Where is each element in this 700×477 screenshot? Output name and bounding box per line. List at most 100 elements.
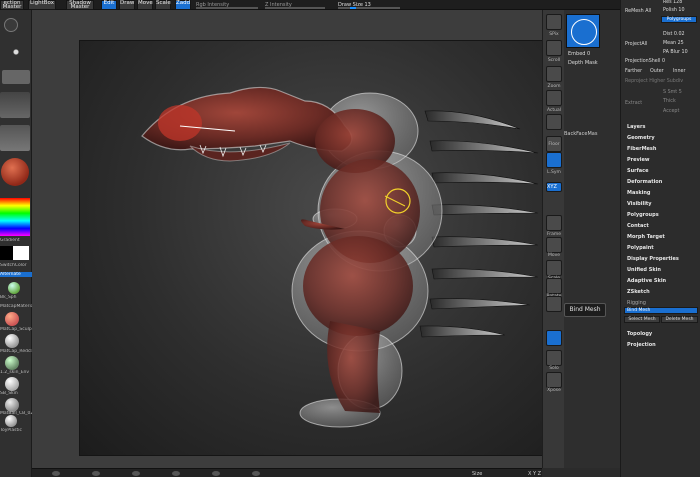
alternate-button[interactable]: Alternate	[0, 272, 32, 277]
scale-button[interactable]: Scale	[155, 0, 171, 10]
material-sbskin-icon[interactable]	[5, 377, 19, 391]
rigging-bind-mesh-button[interactable]: Bind Mesh	[624, 307, 698, 314]
bottom-dot-5[interactable]	[212, 471, 220, 476]
rotate-view-button[interactable]	[546, 278, 562, 294]
zadd-button[interactable]: Zadd	[175, 0, 191, 10]
material-toyplastic-icon[interactable]	[5, 415, 17, 427]
zadd-label: Zadd	[176, 0, 191, 6]
menu-polygroups[interactable]: Polygroups	[627, 212, 659, 218]
material-bksph-icon[interactable]	[8, 282, 20, 294]
switchcolor-label[interactable]: SwitchColor	[0, 263, 32, 268]
zoom-button[interactable]	[546, 66, 562, 82]
dist-slider[interactable]: Dist 0.02	[663, 32, 685, 37]
top-toolbar: ection Master LightBox Shadow Master Edi…	[0, 0, 700, 10]
move-view-button[interactable]	[546, 237, 562, 253]
xyz-button[interactable]: XYZ	[546, 182, 562, 192]
remesh-all-button[interactable]: ReMesh All	[625, 9, 651, 14]
inner-button[interactable]: Inner	[673, 69, 685, 74]
actual-button[interactable]	[546, 90, 562, 106]
gear-icon[interactable]	[4, 18, 18, 32]
extract-button[interactable]: Extract	[625, 101, 642, 106]
menu-layers[interactable]: Layers	[627, 124, 646, 130]
solo-button[interactable]	[546, 350, 562, 366]
projectall-button[interactable]: ProjectAll	[625, 42, 647, 47]
rigging-select-mesh-button[interactable]: Select Mesh	[624, 316, 660, 323]
material-matball-icon[interactable]	[5, 398, 19, 412]
menu-topology[interactable]: Topology	[627, 331, 652, 337]
edit-button[interactable]: Edit	[101, 0, 117, 10]
menu-preview[interactable]: Preview	[627, 157, 650, 163]
scroll-button[interactable]	[546, 40, 562, 56]
backface-mask-label[interactable]: BackFaceMas	[564, 131, 597, 137]
res-slider[interactable]: Res 128	[663, 0, 682, 5]
thick-slider[interactable]: Thick	[663, 99, 676, 104]
embed-label[interactable]: Embed 0	[568, 51, 590, 57]
material-sculpy-icon[interactable]	[5, 312, 19, 326]
bottom-dot-2[interactable]	[92, 471, 100, 476]
menu-projection[interactable]: Projection	[627, 342, 656, 348]
material-label-4: MatCap_Redclay	[0, 349, 32, 354]
draw-button[interactable]: Draw	[119, 0, 135, 10]
bottom-dot-3[interactable]	[132, 471, 140, 476]
stroke-thumb-icon[interactable]	[2, 70, 30, 84]
menu-adaptive-skin[interactable]: Adaptive Skin	[627, 278, 666, 284]
menu-polypaint[interactable]: Polypaint	[627, 245, 654, 251]
primary-color-swatch[interactable]	[13, 246, 29, 260]
secondary-color-swatch[interactable]	[0, 246, 13, 260]
accept-button[interactable]: Accept	[663, 109, 679, 114]
local-button[interactable]	[546, 152, 562, 168]
alpha-dots-icon[interactable]	[2, 38, 30, 66]
bottom-dot-1[interactable]	[52, 471, 60, 476]
material-sss-icon[interactable]	[1, 158, 29, 186]
menu-zsketch[interactable]: ZSketch	[627, 289, 650, 295]
scale-view-button[interactable]	[546, 260, 562, 276]
reproject-higher-subdiv-button[interactable]: Reproject Higher Subdiv	[625, 79, 683, 84]
frame-button[interactable]	[546, 215, 562, 231]
material-redclay-icon[interactable]	[5, 334, 19, 348]
aahalf-button[interactable]	[546, 114, 562, 130]
selection-master-button[interactable]: ection Master	[0, 0, 24, 10]
menu-geometry[interactable]: Geometry	[627, 135, 655, 141]
rigging-delete-mesh-button[interactable]: Delete Mesh	[661, 316, 698, 323]
move-button[interactable]: Move	[137, 0, 153, 10]
z-intensity-slider[interactable]	[265, 7, 325, 9]
menu-contact[interactable]: Contact	[627, 223, 649, 229]
lightbox-button[interactable]: LightBox	[28, 0, 56, 10]
document-viewport[interactable]	[79, 40, 547, 456]
bottom-dot-4[interactable]	[172, 471, 180, 476]
color-picker-icon[interactable]	[0, 198, 30, 236]
menu-fibermesh[interactable]: FiberMesh	[627, 146, 656, 152]
menu-deformation[interactable]: Deformation	[627, 179, 662, 185]
rgb-intensity-slider[interactable]	[196, 7, 258, 9]
draw-size-slider[interactable]	[338, 7, 400, 9]
zoom-label: Zoom	[547, 84, 561, 89]
outer-button[interactable]: Outer	[650, 69, 664, 74]
draw-size-knob[interactable]	[350, 7, 356, 9]
mean-slider[interactable]: Mean 25	[663, 41, 684, 46]
projection-shell-slider[interactable]: ProjectionShell 0	[625, 59, 665, 64]
menu-display-properties[interactable]: Display Properties	[627, 256, 679, 262]
pa-blur-slider[interactable]: PA Blur 10	[663, 50, 688, 55]
spix-button[interactable]	[546, 14, 562, 30]
s-smt-slider[interactable]: S Smt 5	[663, 90, 682, 95]
menu-visibility[interactable]: Visibility	[627, 201, 652, 207]
xpose-button[interactable]	[546, 372, 562, 388]
material-skinenv-icon[interactable]	[5, 356, 19, 370]
farther-button[interactable]: Farther	[625, 69, 642, 74]
menu-rigging[interactable]: Rigging	[627, 300, 646, 306]
polyframe-button[interactable]	[546, 296, 562, 312]
shadow-master-button[interactable]: Shadow Master	[66, 0, 94, 10]
texture2-thumb-icon[interactable]	[0, 125, 30, 151]
transp-button[interactable]	[546, 330, 562, 346]
brush-thumbnail[interactable]	[566, 14, 600, 48]
polygroups-toggle[interactable]: Polygroups	[661, 16, 697, 23]
menu-masking[interactable]: Masking	[627, 190, 651, 196]
bottom-dot-6[interactable]	[252, 471, 260, 476]
polish-slider[interactable]: Polish 10	[663, 8, 685, 13]
menu-surface[interactable]: Surface	[627, 168, 649, 174]
menu-unified-skin[interactable]: Unified Skin	[627, 267, 661, 273]
edit-label: Edit	[103, 0, 115, 6]
menu-morph-target[interactable]: Morph Target	[627, 234, 665, 240]
depth-mask-label[interactable]: Depth Mask	[568, 60, 598, 66]
texture-thumb-icon[interactable]	[0, 92, 30, 118]
